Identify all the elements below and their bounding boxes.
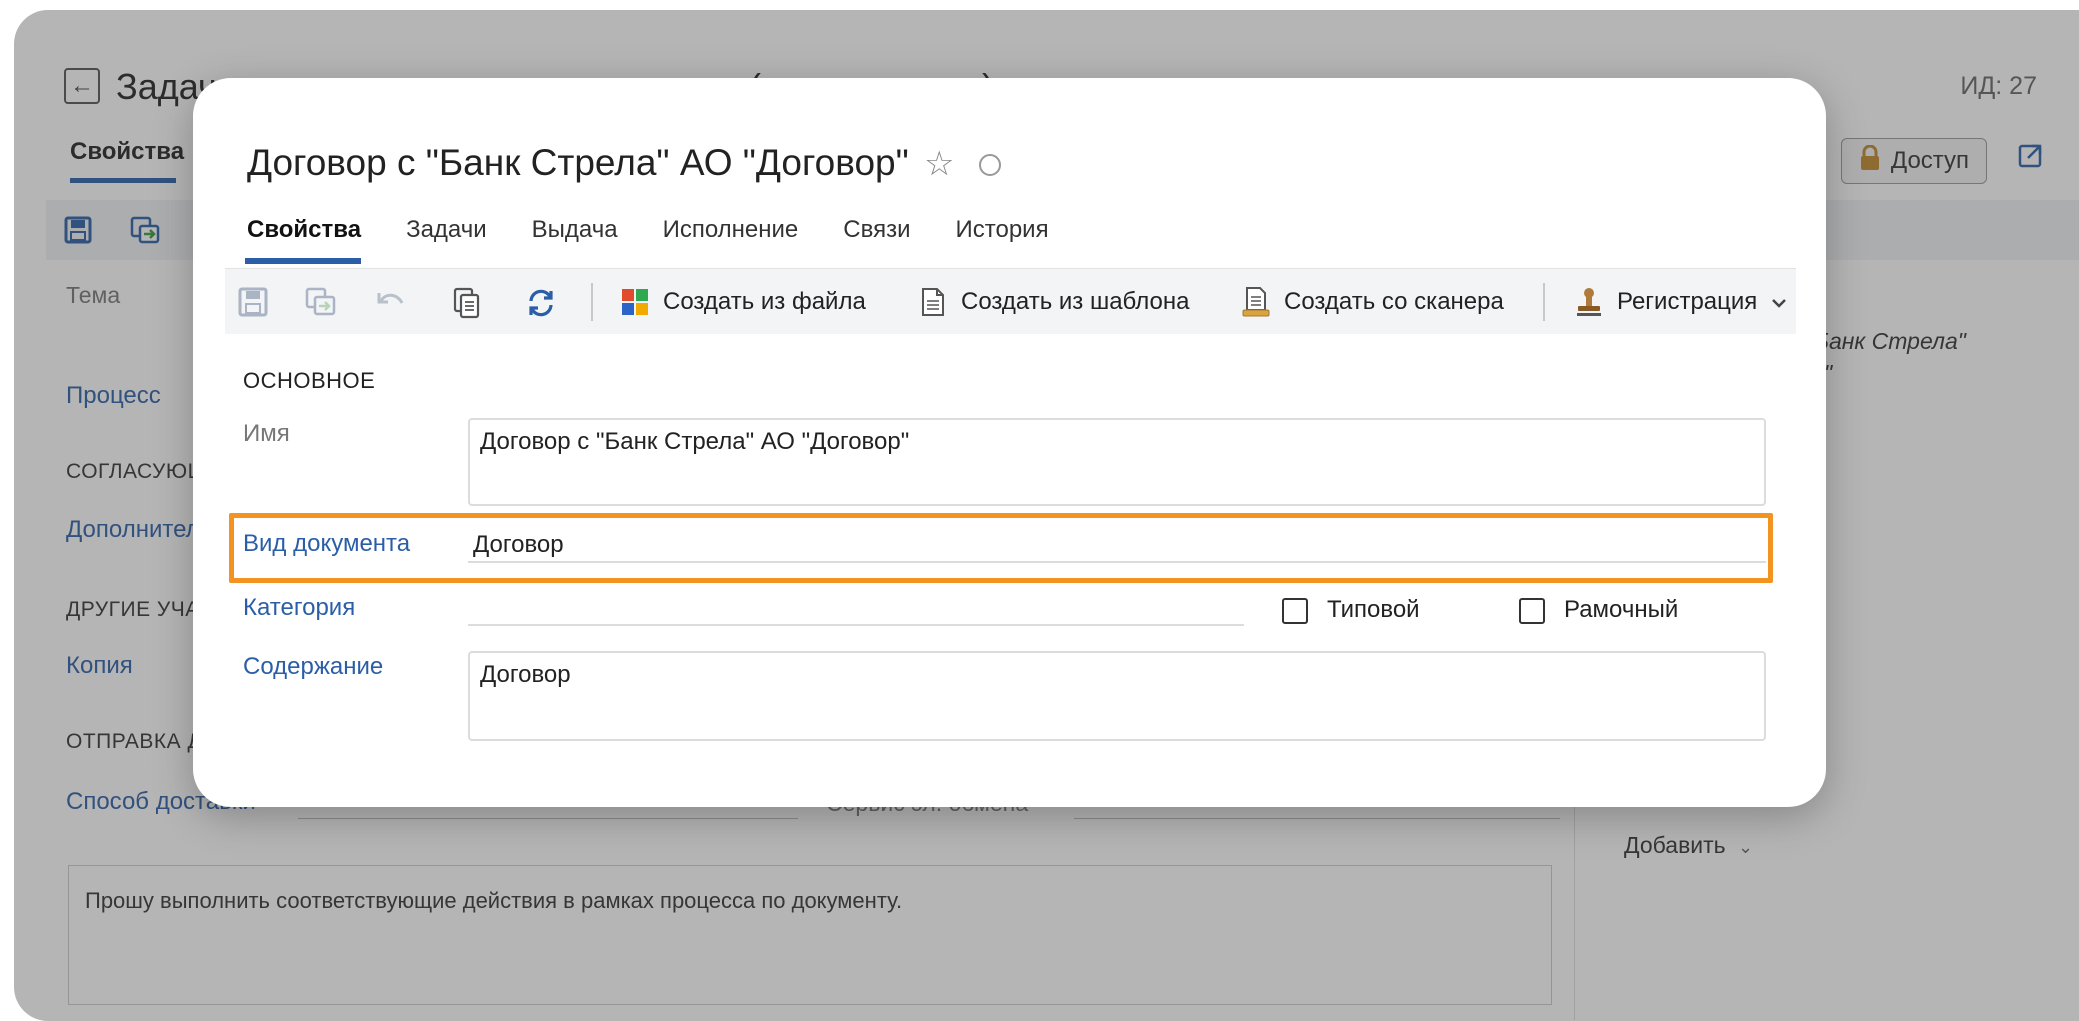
tab-history[interactable]: История (956, 216, 1049, 256)
right-panel-doc-text: Банк Стрела" (1814, 328, 1966, 354)
copy-icon[interactable] (451, 287, 483, 319)
email-service-field[interactable] (1074, 818, 1560, 819)
name-input[interactable]: Договор с "Банк Стрела" АО "Договор" (468, 418, 1766, 506)
modal-toolbar: Создать из файла Создать из шаблона Созд… (225, 268, 1796, 334)
refresh-icon[interactable] (525, 287, 557, 319)
add-label: Добавить (1624, 832, 1726, 858)
toolbar-separator (1543, 283, 1545, 321)
access-button[interactable]: Доступ (1841, 138, 1987, 184)
topic-label: Тема (66, 282, 121, 308)
create-from-scanner-button[interactable]: Создать со сканера (1242, 285, 1504, 319)
document-template-icon (919, 287, 947, 317)
active-tab-indicator-bg (70, 178, 176, 183)
copy-link[interactable]: Копия (66, 652, 133, 680)
process-link[interactable]: Процесс (66, 382, 161, 410)
typical-label: Типовой (1327, 596, 1420, 623)
create-from-file-button[interactable]: Создать из файла (621, 285, 866, 319)
save-icon[interactable] (64, 216, 92, 244)
toolbar-separator (591, 283, 593, 321)
typical-checkbox[interactable] (1282, 598, 1308, 624)
chevron-down-icon (1771, 288, 1787, 316)
office-apps-icon (621, 287, 649, 317)
doc-type-link[interactable]: Вид документа (243, 530, 410, 558)
frame-label: Рамочный (1564, 596, 1679, 623)
active-tab-indicator (245, 258, 361, 264)
content-link[interactable]: Содержание (243, 653, 383, 681)
create-from-file-label: Создать из файла (663, 288, 866, 315)
modal-tabs: Свойства Задачи Выдача Исполнение Связи … (247, 216, 1094, 256)
message-textarea[interactable]: Прошу выполнить соответствующие действия… (68, 865, 1552, 1005)
document-title: Договор с "Банк Стрела" АО "Договор" (247, 142, 909, 183)
section-main: ОСНОВНОЕ (243, 368, 376, 393)
registration-label: Регистрация (1617, 288, 1758, 315)
tab-properties[interactable]: Свойства (247, 216, 361, 256)
add-dropdown[interactable]: Добавить ⌄ (1624, 832, 1753, 859)
doc-type-field[interactable] (468, 561, 1766, 563)
record-id: ИД: 27 (1960, 72, 2037, 100)
save-as-icon[interactable] (130, 216, 160, 244)
open-external-icon[interactable] (2018, 142, 2044, 175)
create-from-template-label: Создать из шаблона (961, 288, 1190, 315)
lock-icon (1859, 144, 1881, 178)
content-input[interactable]: Договор (468, 651, 1766, 741)
star-icon[interactable]: ☆ (924, 144, 954, 184)
category-link[interactable]: Категория (243, 594, 355, 622)
save-icon[interactable] (237, 287, 269, 319)
create-from-template-button[interactable]: Создать из шаблона (919, 285, 1189, 319)
document-modal: Договор с "Банк Стрела" АО "Договор" ☆ С… (193, 78, 1826, 807)
highlight-box (229, 513, 1773, 583)
scanner-icon (1242, 287, 1270, 317)
save-as-icon[interactable] (305, 287, 337, 319)
tab-tasks[interactable]: Задачи (406, 216, 487, 256)
chevron-down-icon: ⌄ (1738, 837, 1754, 857)
tab-properties-bg[interactable]: Свойства (70, 138, 184, 166)
status-circle-icon[interactable] (979, 154, 1001, 176)
undo-icon[interactable] (375, 287, 407, 319)
create-from-scanner-label: Создать со сканера (1284, 288, 1504, 315)
stamp-icon (1575, 287, 1603, 317)
category-field[interactable] (468, 624, 1244, 626)
back-arrow-icon[interactable]: ← (64, 68, 100, 104)
doc-type-value[interactable]: Договор (473, 531, 564, 559)
tab-issuance[interactable]: Выдача (532, 216, 618, 256)
name-label: Имя (243, 420, 290, 447)
access-button-label: Доступ (1890, 147, 1970, 174)
delivery-method-field[interactable] (298, 818, 798, 819)
tab-execution[interactable]: Исполнение (663, 216, 799, 256)
frame-checkbox[interactable] (1519, 598, 1545, 624)
registration-dropdown[interactable]: Регистрация (1575, 285, 1787, 319)
tab-links[interactable]: Связи (843, 216, 910, 256)
